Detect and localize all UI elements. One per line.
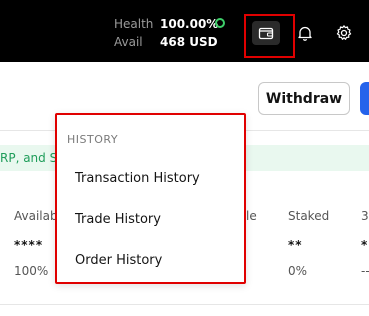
menu-item-transaction-history[interactable]: Transaction History bbox=[75, 171, 200, 186]
menu-item-order-history[interactable]: Order History bbox=[75, 253, 162, 268]
divider bbox=[0, 304, 369, 305]
info-banner-text: RP, and S bbox=[0, 151, 58, 165]
gear-icon[interactable] bbox=[335, 24, 353, 42]
health-label: Health bbox=[114, 17, 154, 31]
wallet-highlight-box bbox=[244, 14, 295, 58]
table-subcell-next: -- bbox=[361, 264, 369, 278]
avail-label: Avail bbox=[114, 35, 143, 49]
table-subcell-staked: 0% bbox=[288, 264, 308, 278]
primary-action-button[interactable] bbox=[360, 82, 369, 115]
column-header-available: Availab bbox=[14, 209, 58, 223]
history-dropdown-menu: HISTORY Transaction History Trade Histor… bbox=[55, 113, 246, 284]
health-status-icon bbox=[215, 18, 225, 28]
table-subcell-available: 100% bbox=[14, 264, 49, 278]
table-cell-available: **** bbox=[14, 238, 44, 252]
menu-item-trade-history[interactable]: Trade History bbox=[75, 212, 161, 227]
column-header-next: 3 bbox=[361, 209, 369, 223]
menu-section-label: HISTORY bbox=[67, 133, 119, 146]
bell-icon[interactable] bbox=[296, 24, 314, 42]
withdraw-button[interactable]: Withdraw bbox=[258, 82, 350, 115]
column-header-partial: le bbox=[246, 209, 257, 223]
table-cell-next: * bbox=[361, 238, 369, 252]
avail-value: 468 USD bbox=[160, 35, 218, 49]
top-bar: Health 100.00% Avail 468 USD bbox=[0, 0, 369, 62]
column-header-staked: Staked bbox=[288, 209, 330, 223]
health-value: 100.00% bbox=[160, 17, 219, 31]
table-cell-staked: ** bbox=[288, 238, 303, 252]
